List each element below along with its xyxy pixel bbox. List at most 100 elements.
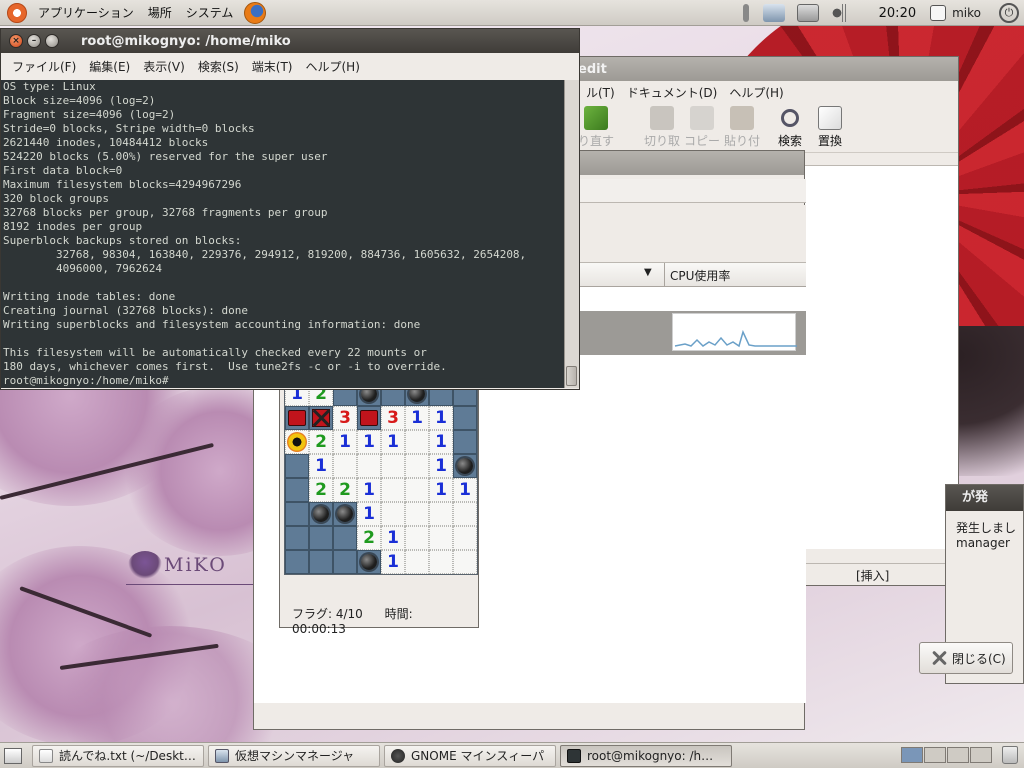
mine-cell[interactable]: 2 — [357, 526, 381, 550]
mine-cell[interactable] — [429, 550, 453, 574]
error-dialog-title[interactable]: が発 — [946, 485, 1023, 511]
copy-button[interactable]: コピー — [684, 106, 720, 149]
task-gedit[interactable]: 読んでね.txt (~/Deskt… — [32, 744, 204, 767]
mine-cell[interactable] — [309, 502, 333, 526]
workspace-3[interactable] — [947, 747, 969, 763]
volume-icon[interactable] — [830, 4, 851, 22]
mine-cell[interactable] — [381, 454, 405, 478]
mine-cell[interactable] — [405, 454, 429, 478]
mine-cell[interactable] — [405, 526, 429, 550]
search-button[interactable]: 検索 — [772, 106, 808, 149]
mine-cell[interactable]: 2 — [309, 430, 333, 454]
mine-cell[interactable]: 1 — [357, 430, 381, 454]
clock[interactable]: 20:20 — [879, 6, 916, 21]
workspace-1[interactable] — [901, 747, 923, 763]
minefield[interactable]: 1233112111111221111211 — [284, 381, 478, 575]
mine-cell[interactable] — [381, 502, 405, 526]
menu-file[interactable]: ファイル(F) — [12, 58, 76, 75]
menu-documents[interactable]: ドキュメント(D) — [627, 84, 718, 101]
mine-cell[interactable] — [453, 406, 477, 430]
mine-cell[interactable] — [453, 502, 477, 526]
mine-cell[interactable] — [357, 454, 381, 478]
mine-cell[interactable] — [285, 526, 309, 550]
menu-help[interactable]: ヘルプ(H) — [729, 84, 783, 101]
minimize-window-icon[interactable]: – — [27, 34, 41, 48]
mine-cell[interactable]: 2 — [309, 478, 333, 502]
mine-cell[interactable] — [333, 526, 357, 550]
mine-cell[interactable]: 1 — [429, 406, 453, 430]
mine-cell[interactable]: 1 — [429, 454, 453, 478]
gedit-titlebar[interactable]: edit — [574, 57, 958, 81]
mine-cell[interactable] — [285, 430, 309, 454]
close-button[interactable]: 閉じる(C) — [919, 642, 1013, 674]
scrollbar-thumb[interactable] — [566, 366, 577, 386]
workspace-switcher[interactable] — [900, 747, 992, 763]
redo-button[interactable]: り直す — [578, 106, 614, 149]
cpu-usage-column-header[interactable]: CPU使用率 — [670, 267, 730, 284]
mine-cell[interactable] — [453, 550, 477, 574]
mine-cell[interactable] — [453, 526, 477, 550]
mine-cell[interactable]: 1 — [381, 430, 405, 454]
mine-cell[interactable]: 1 — [309, 454, 333, 478]
network-status-icon[interactable] — [796, 4, 819, 22]
replace-button[interactable]: 置換 — [812, 106, 848, 149]
mine-cell[interactable] — [429, 526, 453, 550]
mine-cell[interactable]: 1 — [381, 526, 405, 550]
mine-cell[interactable] — [309, 406, 333, 430]
mine-cell[interactable] — [405, 550, 429, 574]
mine-cell[interactable] — [309, 550, 333, 574]
mine-cell[interactable]: 1 — [381, 550, 405, 574]
show-desktop-icon[interactable] — [4, 747, 22, 764]
task-minesweeper[interactable]: GNOME マインスィーパ — [384, 744, 556, 767]
close-window-icon[interactable]: × — [9, 34, 23, 48]
mine-cell[interactable] — [333, 502, 357, 526]
firefox-launcher-icon[interactable] — [244, 1, 267, 24]
mine-cell[interactable] — [381, 478, 405, 502]
mine-cell[interactable] — [405, 478, 429, 502]
mine-cell[interactable]: 2 — [333, 478, 357, 502]
mine-cell[interactable]: 1 — [357, 502, 381, 526]
power-icon[interactable]: ⏻ — [999, 3, 1019, 23]
mine-cell[interactable]: 1 — [405, 406, 429, 430]
mine-cell[interactable] — [333, 550, 357, 574]
mine-cell[interactable]: 1 — [333, 430, 357, 454]
menu-edit[interactable]: 編集(E) — [89, 58, 130, 75]
mine-cell[interactable]: 3 — [333, 406, 357, 430]
mine-cell[interactable] — [453, 430, 477, 454]
ubuntu-logo-icon[interactable] — [7, 2, 27, 23]
mine-cell[interactable] — [357, 406, 381, 430]
mine-cell[interactable] — [285, 454, 309, 478]
mine-cell[interactable] — [405, 502, 429, 526]
mine-cell[interactable]: 1 — [357, 478, 381, 502]
task-virt-manager[interactable]: 仮想マシンマネージャ — [208, 744, 380, 767]
dropdown-arrow-icon[interactable]: ▼ — [644, 267, 652, 278]
mine-cell[interactable]: 3 — [381, 406, 405, 430]
mine-cell[interactable]: 1 — [453, 478, 477, 502]
mine-cell[interactable] — [357, 550, 381, 574]
terminal-scrollbar[interactable] — [564, 80, 579, 388]
menu-system[interactable]: システム — [183, 2, 237, 23]
menu-tools[interactable]: ル(T) — [586, 84, 615, 101]
mine-cell[interactable] — [453, 454, 477, 478]
workspace-4[interactable] — [970, 747, 992, 763]
menu-places[interactable]: 場所 — [145, 2, 175, 23]
mine-cell[interactable] — [405, 430, 429, 454]
menu-view[interactable]: 表示(V) — [143, 58, 185, 75]
menu-terminal[interactable]: 端末(T) — [252, 58, 293, 75]
task-terminal[interactable]: root@mikognyo: /h… — [560, 744, 732, 767]
mine-cell[interactable] — [285, 550, 309, 574]
mine-cell[interactable] — [309, 526, 333, 550]
mine-cell[interactable]: 1 — [429, 478, 453, 502]
mine-cell[interactable] — [285, 502, 309, 526]
virt-manager-tray-icon[interactable] — [762, 4, 785, 22]
mine-cell[interactable]: 1 — [429, 430, 453, 454]
terminal-output[interactable]: OS type: Linux Block size=4096 (log=2) F… — [1, 80, 564, 388]
menu-search[interactable]: 検索(S) — [198, 58, 239, 75]
mine-cell[interactable] — [429, 502, 453, 526]
user-status-icon[interactable] — [930, 5, 947, 21]
workspace-2[interactable] — [924, 747, 946, 763]
menu-applications[interactable]: アプリケーション — [35, 2, 137, 23]
menu-help[interactable]: ヘルプ(H) — [306, 58, 360, 75]
maximize-window-icon[interactable] — [45, 34, 59, 48]
mine-cell[interactable] — [333, 454, 357, 478]
